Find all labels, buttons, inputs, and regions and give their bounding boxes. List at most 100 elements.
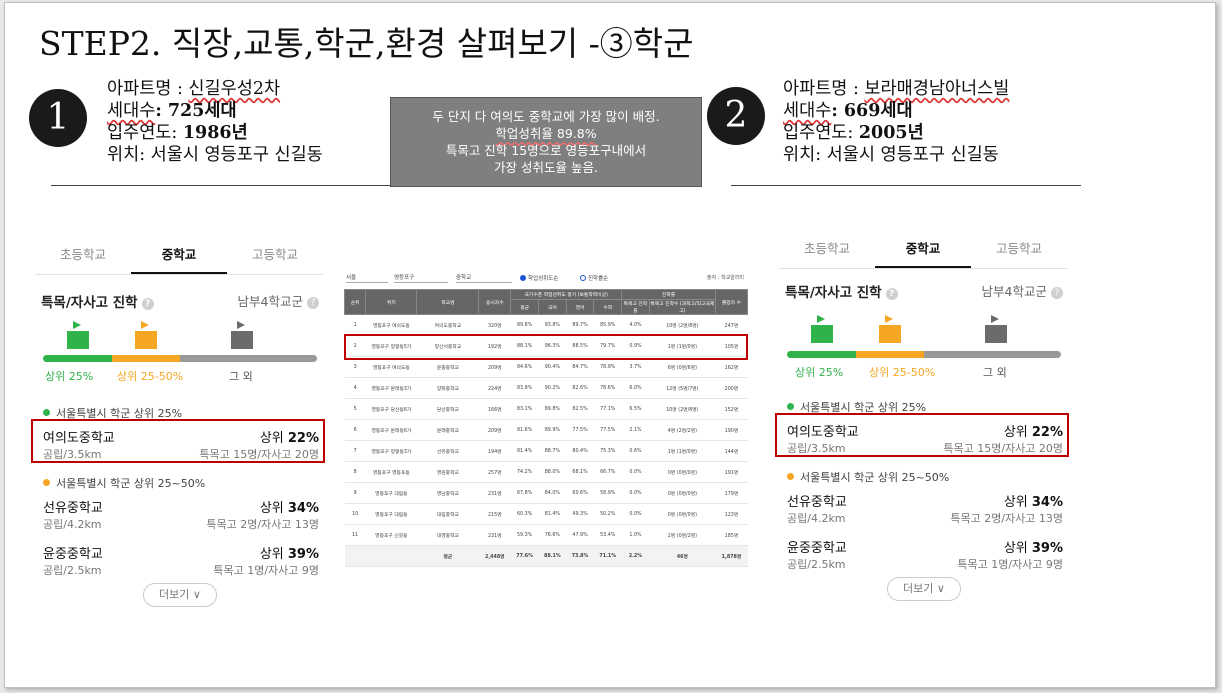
bar-label-top25: 상위 25% (45, 370, 94, 383)
table-cell: 77.1% (593, 398, 622, 420)
table-cell: 0.0% (621, 503, 650, 525)
school-name: 윤중중학교 (787, 541, 847, 556)
table-cell: 6.5% (621, 398, 650, 420)
table-cell: 89.9% (538, 419, 567, 441)
table-cell (365, 545, 417, 567)
table-cell: 191명 (715, 461, 748, 483)
table-cell: 85.9% (593, 314, 622, 336)
table-row: 7 영등포구 양평동3가 선유중학교 194명 81.4% 88.7% 80.4% 75.3%… (344, 440, 748, 462)
table-cell: 2명 (0명/2명) (649, 524, 716, 546)
apt1-households-label: 세대수 (107, 101, 156, 121)
table-cell: 7 (344, 440, 366, 462)
table-cell: 1 (344, 314, 366, 336)
table-cell: 77.5% (566, 419, 594, 441)
school-rank: 상위 34% (1004, 491, 1063, 510)
flag-others: 7개 (231, 321, 253, 349)
table-cell: 80.4% (566, 440, 594, 462)
table-cell: 81.4% (538, 503, 567, 525)
tab-high[interactable]: 고등학교 (227, 235, 323, 274)
radio-label: 진학률순 (588, 276, 609, 282)
table-cell: 당산중학교 (416, 398, 479, 420)
school-spec: 특목고 2명/자사고 13명 (206, 518, 319, 531)
table-cell: 320명 (478, 314, 511, 336)
apt1-name: 신길우성2차 (188, 79, 281, 99)
table-cell: 5 (344, 398, 366, 420)
table-row: 9 영등포구 대림동 영남중학교 231명 67.8% 84.0% 60.6% 58.9% 0.… (344, 482, 748, 504)
table-cell: 2.2% (621, 545, 650, 567)
table-cell: 75.3% (593, 440, 622, 462)
help-icon[interactable]: ? (141, 298, 154, 310)
tab-elementary[interactable]: 초등학교 (779, 229, 875, 268)
radio-selected-icon (520, 275, 526, 281)
flag-top50: 4개 (135, 321, 157, 349)
group-label-top50: 서울특별시 학군 상위 25~50% (787, 469, 949, 485)
section-title: 특목/자사고 진학? (785, 281, 898, 301)
rank-bar-segment-top50 (111, 355, 180, 362)
table-cell: 231명 (478, 482, 511, 504)
table-cell: 247명 (715, 314, 748, 336)
apt1-households-line: 세대수: 725세대 (107, 100, 323, 122)
table-cell: 76.6% (538, 524, 567, 546)
table-cell: 47.9% (566, 524, 594, 546)
apt1-name-line: 아파트명 : 신길우성2차 (107, 78, 323, 100)
filter-city[interactable]: 서울 (346, 273, 388, 283)
table-cell: 선유중학교 (416, 440, 479, 462)
filter-school-level[interactable]: 중학교 (456, 273, 512, 283)
school-item-3[interactable]: 윤중중학교 상위 39% 공립/2.5km 특목고 1명/자사고 9명 (787, 537, 1063, 573)
highlight-box (31, 419, 325, 463)
school-item-2[interactable]: 선유중학교 상위 34% 공립/4.2km 특목고 2명/자사고 13명 (43, 497, 319, 533)
table-cell: 11 (344, 524, 366, 546)
apt2-divider (731, 185, 1081, 186)
school-item-3[interactable]: 윤중중학교 상위 39% 공립/2.5km 특목고 1명/자사고 9명 (43, 543, 319, 579)
table-cell: 4 (344, 377, 366, 399)
school-spec: 특목고 2명/자사고 13명 (950, 512, 1063, 525)
group-label-top50: 서울특별시 학군 상위 25~50% (43, 475, 205, 491)
apt2-households-label: 세대수 (783, 101, 832, 121)
th-school: 학교명 (416, 289, 480, 315)
apt1-year: 1986년 (182, 123, 248, 143)
school-name: 선유중학교 (43, 501, 103, 516)
slide: STEP2. 직장,교통,학군,환경 살펴보기 -③학군 1 아파트명 : 신길… (4, 2, 1216, 688)
help-icon[interactable]: ? (307, 297, 319, 309)
table-row: 4 영등포구 문래동3가 양화중학교 224명 83.8% 90.2% 82.6% 78.6%… (344, 377, 748, 399)
tab-high[interactable]: 고등학교 (971, 229, 1067, 268)
table-cell: 10명 (2명/8명) (649, 398, 716, 420)
rank-value: 34% (1031, 495, 1063, 510)
radio-achievement[interactable]: 학업성취도순 (520, 274, 558, 282)
more-button[interactable]: 더보기 ∨ (887, 577, 961, 601)
table-cell: 67.8% (510, 482, 539, 504)
table-filters: 서울 영등포구 중학교 학업성취도순 진학률순 출처 : 학교알리미 (344, 271, 748, 285)
th-scores-group: 국가수준 학업성취도 평가 (보통학력이상) (510, 289, 623, 300)
school-panel-left: 초등학교 중학교 고등학교 특목/자사고 진학? 남부4학교군? 1개 4개 7… (31, 235, 325, 615)
apt2-info: 아파트명 : 보라매경남아너스빌 세대수: 669세대 입주연도: 2005년 … (783, 78, 1009, 166)
apt2-name-label: 아파트명 : (783, 79, 865, 99)
table-cell: 영원중학교 (416, 461, 479, 483)
help-icon[interactable]: ? (885, 288, 898, 300)
table-row: 5 영등포구 당산동6가 당산중학교 166명 83.1% 89.8% 82.5% 77.1%… (344, 398, 748, 420)
table-cell: 50.2% (593, 503, 622, 525)
school-meta: 공립/2.5km (43, 564, 102, 577)
tab-middle[interactable]: 중학교 (875, 229, 971, 268)
th-rank: 순위 (343, 289, 367, 315)
rank-bar (787, 351, 1061, 358)
table-cell: 71.1% (593, 545, 622, 567)
radio-admission[interactable]: 진학률순 (580, 274, 608, 282)
table-cell: 2.1% (621, 419, 650, 441)
more-button[interactable]: 더보기 ∨ (143, 583, 217, 607)
school-name: 선유중학교 (787, 495, 847, 510)
school-item-2[interactable]: 선유중학교 상위 34% 공립/4.2km 특목고 2명/자사고 13명 (787, 491, 1063, 527)
apt2-location: 위치: 서울시 영등포구 신길동 (783, 145, 999, 165)
tab-elementary[interactable]: 초등학교 (35, 235, 131, 274)
apt2-year: 2005년 (858, 123, 924, 143)
help-icon[interactable]: ? (1051, 287, 1063, 299)
table-cell: 0.6% (621, 440, 650, 462)
flag-top25: 1개 (811, 315, 833, 343)
radio-label: 학업성취도순 (528, 276, 559, 282)
th-takers: 응시자수 (478, 289, 512, 315)
filter-district[interactable]: 영등포구 (394, 273, 448, 283)
rank-prefix: 상위 (259, 501, 288, 516)
tab-middle[interactable]: 중학교 (131, 235, 227, 274)
table-cell: 53.4% (593, 524, 622, 546)
school-region: 남부4학교군? (238, 291, 319, 310)
table-cell: 0명 (0명/0명) (649, 503, 716, 525)
